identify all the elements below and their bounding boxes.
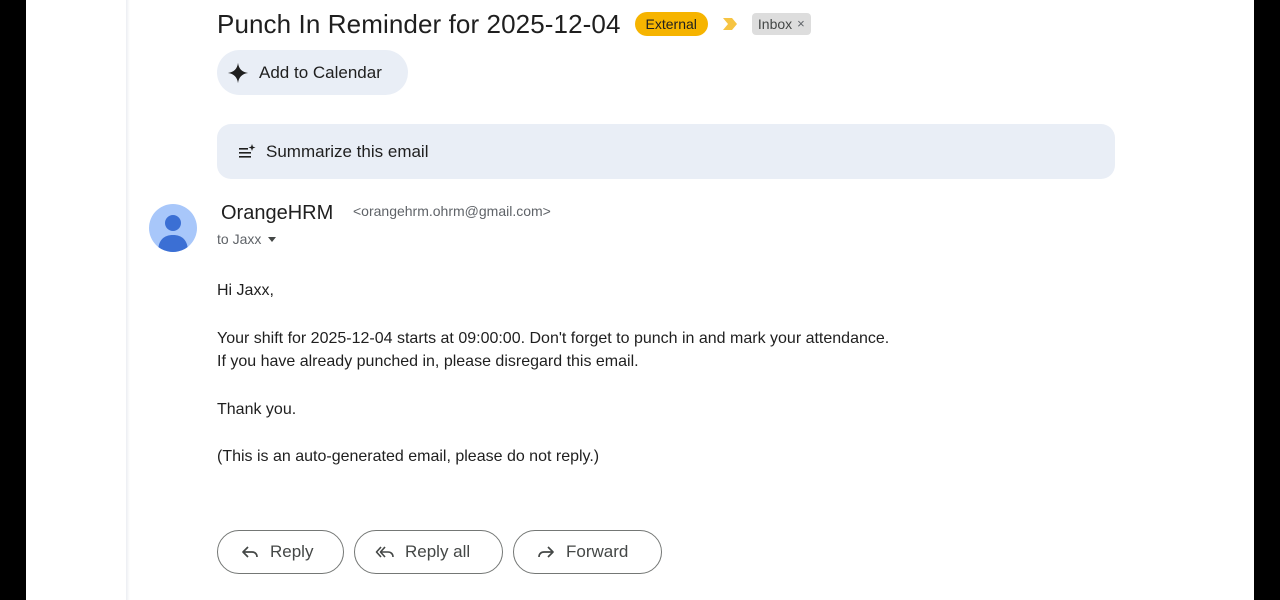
external-badge: External xyxy=(634,12,708,36)
sender-avatar[interactable] xyxy=(149,204,197,252)
reply-all-button[interactable]: Reply all xyxy=(354,530,503,574)
email-subject: Punch In Reminder for 2025-12-04 xyxy=(217,8,621,39)
person-icon xyxy=(158,215,188,252)
remove-label-icon[interactable]: × xyxy=(797,15,805,33)
add-to-calendar-label: Add to Calendar xyxy=(259,62,382,82)
subject-row: Punch In Reminder for 2025-12-04 Externa… xyxy=(217,6,811,42)
reply-button[interactable]: Reply xyxy=(217,530,344,574)
caret-down-icon xyxy=(268,237,277,242)
body-footer: (This is an auto-generated email, please… xyxy=(217,448,600,465)
inbox-label-text: Inbox xyxy=(757,16,793,32)
forward-label: Forward xyxy=(566,542,629,561)
sparkle-icon xyxy=(227,62,249,83)
sender-email: <orangehrm.ohrm@gmail.com> xyxy=(353,203,551,219)
recipient-text: to Jaxx xyxy=(217,231,262,247)
body-line: Your shift for 2025-12-04 starts at 09:0… xyxy=(217,329,890,347)
importance-marker-icon[interactable] xyxy=(722,17,738,31)
email-view: Punch In Reminder for 2025-12-04 Externa… xyxy=(26,0,1254,600)
reply-icon xyxy=(242,546,258,558)
summarize-label: Summarize this email xyxy=(266,141,429,161)
body-line: If you have already punched in, please d… xyxy=(217,353,639,370)
summarize-icon xyxy=(239,143,256,158)
body-greeting: Hi Jaxx, xyxy=(217,282,274,299)
email-body: Hi Jaxx, Your shift for 2025-12-04 start… xyxy=(217,279,1117,469)
add-to-calendar-button[interactable]: Add to Calendar xyxy=(217,50,408,95)
inbox-label: Inbox × xyxy=(751,13,811,35)
reply-label: Reply xyxy=(270,542,314,561)
sender-name[interactable]: OrangeHRM xyxy=(221,202,333,225)
forward-icon xyxy=(538,546,554,558)
reply-all-icon xyxy=(375,546,394,558)
body-thanks: Thank you. xyxy=(217,400,297,418)
reply-all-label: Reply all xyxy=(405,542,471,561)
panel-divider xyxy=(126,0,130,600)
summarize-email-button[interactable]: Summarize this email xyxy=(217,124,1115,179)
recipient-details-toggle[interactable]: to Jaxx xyxy=(217,231,277,247)
forward-button[interactable]: Forward xyxy=(513,530,662,574)
email-actions: Reply Reply all Forward xyxy=(217,530,662,574)
